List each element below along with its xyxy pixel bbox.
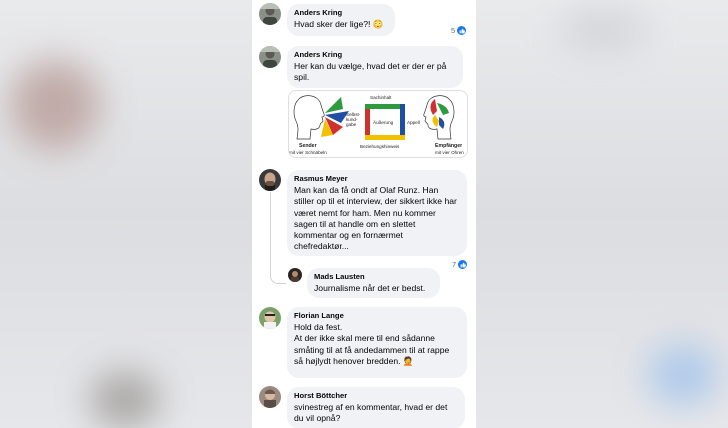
comment-author[interactable]: Anders Kring [294,50,456,60]
comment-author[interactable]: Anders Kring [294,8,388,18]
diagram-label-bottom: Beziehungshinweis [360,144,400,149]
comment-text: Hvad sker der lige?! 😳 [294,19,384,29]
comment-author[interactable]: Mads Lausten [314,272,433,282]
comment-bubble: Anders Kring Her kan du vælge, hvad det … [287,46,463,88]
comment-text: Man kan da få ondt af Olaf Runz. Han sti… [294,185,457,252]
reply-bubble: Mads Lausten Journalisme når det er beds… [307,268,440,298]
diagram-receiver-label: Empfänger [435,143,463,149]
reaction-count[interactable]: 7 [452,260,468,269]
diagram-label-left-line: gabe [346,122,357,127]
avatar[interactable] [259,307,281,329]
reaction-count-value: 7 [452,260,457,269]
avatar[interactable] [259,386,281,408]
diagram-label-left: Selbst- kund- gabe [346,112,360,127]
background-blur [90,372,160,428]
diagram-label-center: Äußerung [373,120,394,125]
diagram-label-top: Sachinhalt [370,95,392,100]
comment-text: Her kan du vælge, hvad det er der er på … [294,61,447,83]
background-blur [10,60,100,150]
thumbs-up-icon [457,26,467,35]
thumbs-up-icon [458,260,468,269]
comment-text: Journalisme når det er bedst. [314,283,426,293]
comment-bubble: Florian Lange Hold da fest. At der ikke … [287,307,467,378]
comment-bubble: Horst Böttcher svinestreg af en kommenta… [287,387,465,428]
comment-author[interactable]: Rasmus Meyer [294,174,460,184]
background-blur [648,345,718,405]
avatar[interactable] [259,169,281,191]
avatar[interactable] [288,268,302,282]
comment-author[interactable]: Horst Böttcher [294,391,458,401]
comment-image-attachment[interactable]: Sachinhalt Äußerung Appell Selbst- kund-… [288,90,468,158]
diagram-receiver-sublabel: mit vier Ohren [435,150,464,155]
reply-thread-line [270,192,286,284]
comment-text: svinestreg af en kommentar, hvad er det … [294,402,448,424]
avatar[interactable] [259,3,281,25]
background-blur [558,10,648,50]
comment-text-line: At der ikke skal mere til end sådanne sm… [294,333,450,366]
comment-author[interactable]: Florian Lange [294,311,460,321]
comment-text-line: Hold da fest. [294,322,343,332]
comment-bubble: Anders Kring Hvad sker der lige?! 😳 [287,4,395,36]
diagram-sender-sublabel: mit vier Schnäbeln [289,150,327,155]
diagram-sender-label: Sender [299,143,317,149]
avatar[interactable] [259,46,281,68]
reaction-count-value: 5 [451,26,456,35]
reaction-count[interactable]: 5 [451,26,467,35]
comment-bubble: Rasmus Meyer Man kan da få ondt af Olaf … [287,170,467,256]
diagram-label-right: Appell [407,120,420,125]
